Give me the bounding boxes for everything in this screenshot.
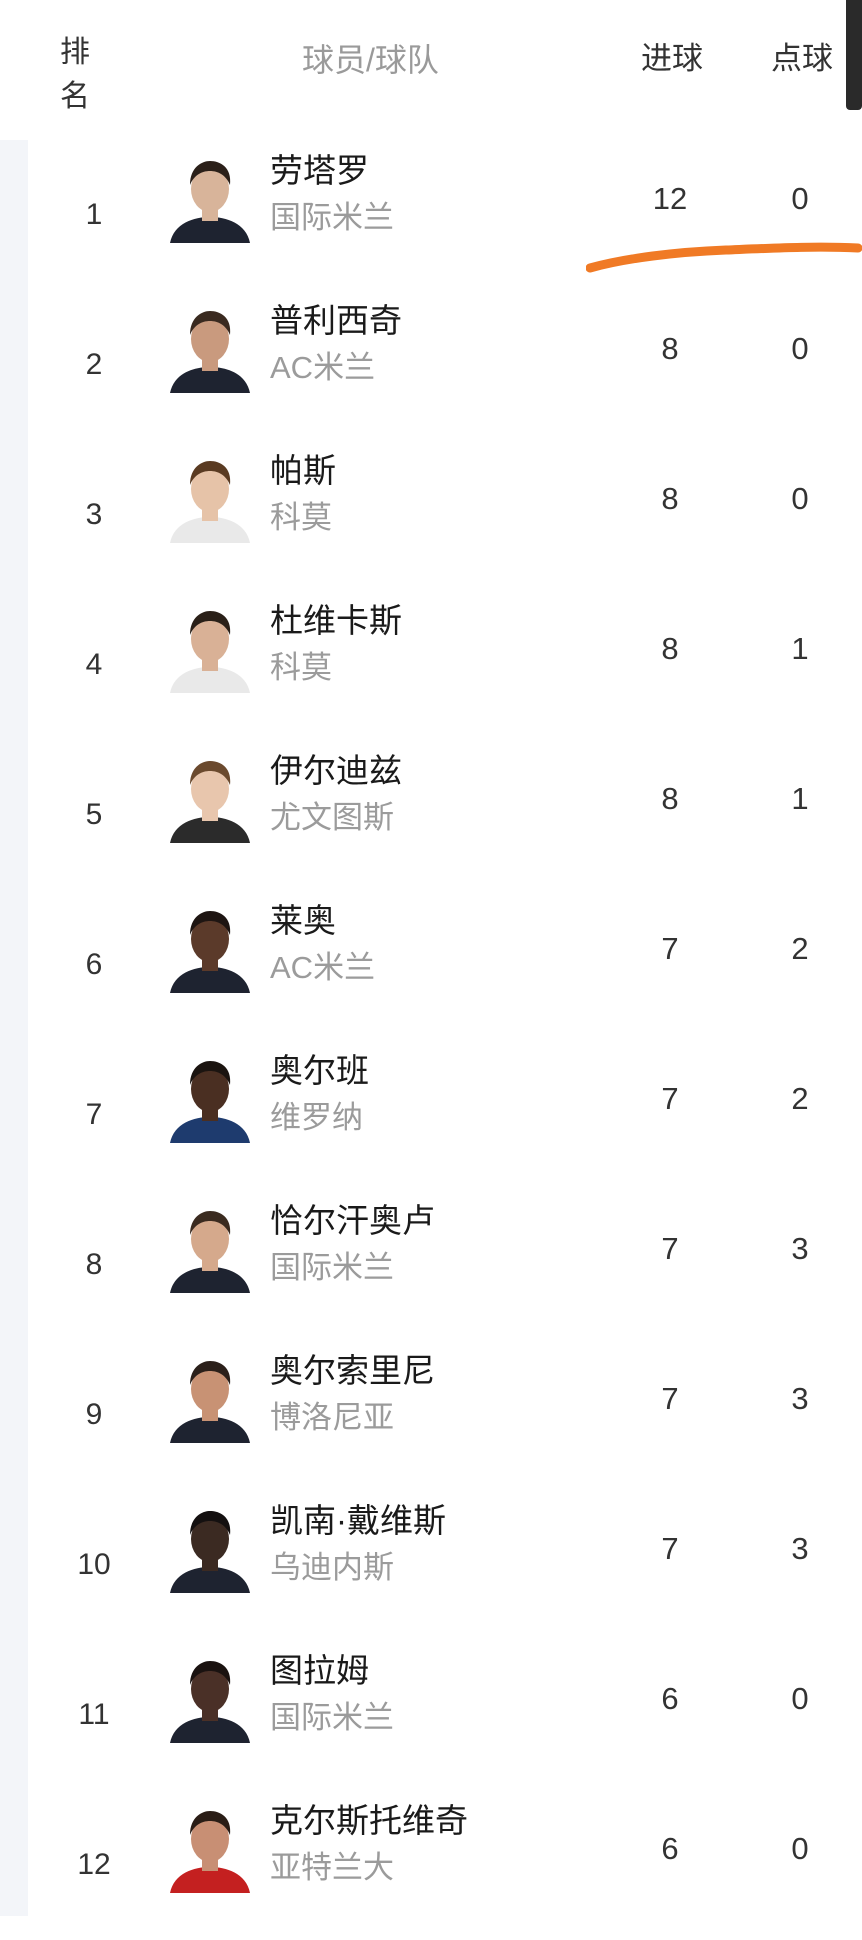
rank-number: 5: [85, 798, 103, 831]
penalties-count: 2: [791, 1081, 809, 1116]
goals-count: 7: [661, 1531, 679, 1566]
player-name[interactable]: 伊尔迪兹: [270, 748, 402, 794]
player-name[interactable]: 莱奥: [270, 898, 336, 944]
penalties-count: 0: [791, 481, 809, 516]
team-name[interactable]: 尤文图斯: [270, 796, 394, 840]
rank-number: 6: [85, 948, 103, 981]
player-name[interactable]: 恰尔汗奥卢: [270, 1198, 435, 1244]
rank-number: 9: [85, 1398, 103, 1431]
player-avatar-icon: [164, 1801, 256, 1893]
table-row[interactable]: 5 伊尔迪兹 尤文图斯 8 1: [0, 740, 862, 890]
penalties-count: 0: [791, 331, 809, 366]
table-header: 排名 球员/球队 进球 点球: [0, 0, 862, 130]
table-row[interactable]: 7 奥尔班 维罗纳 7 2: [0, 1040, 862, 1190]
team-name[interactable]: AC米兰: [270, 346, 375, 390]
player-avatar-icon: [164, 751, 256, 843]
table-row[interactable]: 8 恰尔汗奥卢 国际米兰 7 3: [0, 1190, 862, 1340]
team-name[interactable]: 科莫: [270, 646, 332, 690]
penalties-count: 3: [791, 1231, 809, 1266]
rank-number: 4: [85, 648, 103, 681]
player-avatar-icon: [164, 1201, 256, 1293]
rank-number: 7: [85, 1098, 103, 1131]
player-avatar-icon: [164, 301, 256, 393]
goals-count: 6: [661, 1831, 679, 1866]
goals-count: 6: [661, 1681, 679, 1716]
penalties-count: 1: [791, 781, 809, 816]
rank-number: 2: [85, 348, 103, 381]
penalties-count: 1: [791, 631, 809, 666]
rank-number: 12: [77, 1848, 111, 1881]
scorer-list: 1 劳塔罗 国际米兰 12 0 2 普利西奇 AC米兰 8 0 3 帕斯 科莫 …: [0, 140, 862, 1940]
goals-count: 7: [661, 1231, 679, 1266]
rank-number: 3: [85, 498, 103, 531]
player-avatar-icon: [164, 1651, 256, 1743]
table-row[interactable]: 10 凯南·戴维斯 乌迪内斯 7 3: [0, 1490, 862, 1640]
goals-count: 8: [661, 331, 679, 366]
scrollbar-thumb[interactable]: [846, 0, 862, 110]
player-name[interactable]: 奥尔索里尼: [270, 1348, 435, 1394]
team-name[interactable]: 科莫: [270, 496, 332, 540]
table-row[interactable]: 6 莱奥 AC米兰 7 2: [0, 890, 862, 1040]
goals-count: 7: [661, 931, 679, 966]
header-penalties[interactable]: 点球: [762, 0, 842, 118]
team-name[interactable]: 国际米兰: [270, 1696, 394, 1740]
team-name[interactable]: 国际米兰: [270, 1246, 394, 1290]
player-avatar-icon: [164, 451, 256, 543]
penalties-count: 3: [791, 1531, 809, 1566]
player-avatar-icon: [164, 1351, 256, 1443]
goals-count: 8: [661, 481, 679, 516]
team-name[interactable]: 国际米兰: [270, 196, 394, 240]
player-avatar-icon: [164, 901, 256, 993]
table-row[interactable]: 3 帕斯 科莫 8 0: [0, 440, 862, 590]
player-name[interactable]: 普利西奇: [270, 298, 402, 344]
player-name[interactable]: 奥尔班: [270, 1048, 369, 1094]
table-row[interactable]: 4 杜维卡斯 科莫 8 1: [0, 590, 862, 740]
header-player-team[interactable]: 球员/球队: [302, 38, 439, 82]
player-name[interactable]: 图拉姆: [270, 1648, 369, 1694]
header-goals[interactable]: 进球: [632, 0, 712, 118]
table-row[interactable]: 2 普利西奇 AC米兰 8 0: [0, 290, 862, 440]
player-avatar-icon: [164, 1501, 256, 1593]
table-row[interactable]: 12 克尔斯托维奇 亚特兰大 6 0: [0, 1790, 862, 1940]
table-row[interactable]: 11 图拉姆 国际米兰 6 0: [0, 1640, 862, 1790]
table-row[interactable]: 9 奥尔索里尼 博洛尼亚 7 3: [0, 1340, 862, 1490]
penalties-count: 0: [791, 1831, 809, 1866]
rank-number: 1: [85, 198, 103, 231]
goals-count: 7: [661, 1081, 679, 1116]
goals-count: 8: [661, 781, 679, 816]
rank-number: 8: [85, 1248, 103, 1281]
player-avatar-icon: [164, 151, 256, 243]
player-avatar-icon: [164, 1051, 256, 1143]
goals-count: 7: [661, 1381, 679, 1416]
player-name[interactable]: 克尔斯托维奇: [270, 1798, 468, 1844]
player-name[interactable]: 劳塔罗: [270, 148, 369, 194]
penalties-count: 3: [791, 1381, 809, 1416]
rank-number: 11: [78, 1698, 110, 1731]
team-name[interactable]: 乌迪内斯: [270, 1546, 394, 1590]
rank-number: 10: [77, 1548, 111, 1581]
penalties-count: 2: [791, 931, 809, 966]
team-name[interactable]: 博洛尼亚: [270, 1396, 394, 1440]
player-name[interactable]: 帕斯: [270, 448, 336, 494]
player-avatar-icon: [164, 601, 256, 693]
player-name[interactable]: 凯南·戴维斯: [270, 1498, 446, 1544]
team-name[interactable]: 亚特兰大: [270, 1846, 394, 1890]
header-rank[interactable]: 排名: [60, 0, 112, 150]
team-name[interactable]: AC米兰: [270, 946, 375, 990]
player-name[interactable]: 杜维卡斯: [270, 598, 402, 644]
penalties-count: 0: [791, 1681, 809, 1716]
goals-count: 8: [661, 631, 679, 666]
hand-drawn-underline: [586, 242, 862, 273]
team-name[interactable]: 维罗纳: [270, 1096, 363, 1140]
